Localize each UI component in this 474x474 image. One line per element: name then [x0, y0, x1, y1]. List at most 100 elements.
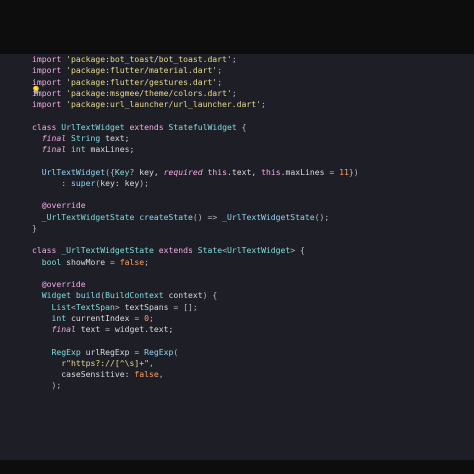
code-token: caseSensitive:	[61, 369, 135, 379]
code-token: );	[51, 380, 62, 391]
code-token: @override	[41, 200, 86, 211]
code-token: super	[71, 177, 96, 188]
code-line: final String text;	[32, 133, 359, 144]
code-token: .maxLines	[280, 166, 330, 177]
code-editor[interactable]: 💡 import 'package:bot_toast/bot_toast.da…	[0, 54, 474, 460]
code-token: ;	[148, 312, 154, 323]
code-token: text;	[105, 132, 130, 143]
code-token: r"https?://[^\s]+"	[61, 357, 149, 368]
code-line: UrlTextWidget({Key? key, required this.t…	[32, 167, 359, 178]
code-token: ;	[144, 256, 149, 267]
code-token: ,	[148, 357, 154, 368]
code-line: @override	[32, 200, 359, 211]
code-token: (	[173, 346, 179, 357]
code-token: UrlTextWidget	[61, 121, 130, 132]
code-token: extends	[129, 121, 169, 132]
code-line: List<TextSpan> textSpans = [];	[32, 302, 359, 313]
code-token: int	[71, 144, 91, 154]
code-token: 'package:msgmee/theme/colors.dart'	[66, 87, 232, 98]
code-token: ;	[231, 54, 237, 64]
code-token: = [];	[173, 301, 198, 312]
code-line: r"https?://[^\s]+",	[32, 358, 359, 369]
code-token: =	[109, 256, 120, 267]
code-line: final int maxLines;	[32, 144, 359, 155]
code-token: =	[105, 324, 115, 334]
code-token: TextSpan	[75, 301, 115, 312]
code-token: showMore	[66, 256, 110, 267]
code-token: _UrlTextWidgetState	[61, 245, 159, 256]
code-token: ?	[129, 166, 140, 177]
code-line: bool showMore = false;	[32, 257, 359, 268]
code-token: _UrlTextWidgetState	[222, 211, 315, 222]
code-token: key: key	[100, 177, 140, 188]
code-token: UrlTextWidget	[226, 245, 291, 256]
code-token: > {	[290, 245, 305, 256]
code-token: extends	[158, 245, 198, 256]
code-token: BuildContext	[105, 290, 169, 301]
code-token: bool	[41, 256, 67, 267]
code-token: textSpans	[124, 301, 174, 312]
code-token: final	[41, 144, 71, 154]
code-token: maxLines;	[90, 144, 135, 154]
code-line: import 'package:flutter/material.dart';	[32, 65, 359, 76]
code-token: ;	[231, 87, 237, 98]
code-token: _UrlTextWidgetState	[41, 211, 140, 222]
code-line: caseSensitive: false,	[32, 369, 359, 380]
code-token: import	[32, 76, 67, 87]
code-token: false	[119, 256, 145, 267]
code-token: })	[348, 166, 359, 177]
code-token: text	[80, 324, 106, 334]
code-token: build	[75, 290, 101, 301]
code-line: class _UrlTextWidgetState extends State<…	[32, 245, 359, 256]
code-token: .text,	[226, 166, 262, 177]
code-token: createState	[139, 211, 193, 222]
code-token: 'package:url_launcher/url_launcher.dart'	[66, 99, 262, 109]
code-line: _UrlTextWidgetState createState() => _Ur…	[32, 212, 359, 223]
code-line: );	[32, 380, 359, 391]
code-token: ();	[314, 211, 330, 222]
code-token: List	[51, 301, 72, 312]
code-token: String	[71, 132, 106, 143]
screenshot-frame: 💡 import 'package:bot_toast/bot_toast.da…	[0, 0, 474, 474]
code-token: () =>	[192, 211, 223, 222]
code-token: ;	[261, 99, 266, 109]
code-token: import	[32, 54, 67, 64]
code-block: import 'package:bot_toast/bot_toast.dart…	[32, 54, 359, 392]
code-line: import 'package:bot_toast/bot_toast.dart…	[32, 54, 359, 65]
code-token: RegExp	[51, 346, 86, 357]
code-line: Widget build(BuildContext context) {	[32, 290, 359, 301]
code-token: currentIndex	[71, 312, 135, 323]
code-token: );	[139, 177, 149, 188]
code-token: ({	[105, 166, 115, 177]
code-token: ) {	[202, 290, 218, 301]
code-token: import	[32, 65, 67, 76]
code-token: this	[261, 166, 281, 177]
code-token: RegExp	[144, 346, 174, 357]
code-token: false	[134, 369, 159, 379]
code-token: int	[51, 312, 71, 323]
code-line: import 'package:url_launcher/url_launche…	[32, 99, 359, 110]
code-line: }	[32, 223, 359, 234]
code-token: State	[197, 245, 223, 256]
code-line: @override	[32, 279, 359, 290]
code-token: final	[41, 132, 71, 143]
code-token: :	[61, 177, 71, 188]
code-token: import	[32, 87, 67, 98]
code-token: 11	[339, 166, 349, 177]
